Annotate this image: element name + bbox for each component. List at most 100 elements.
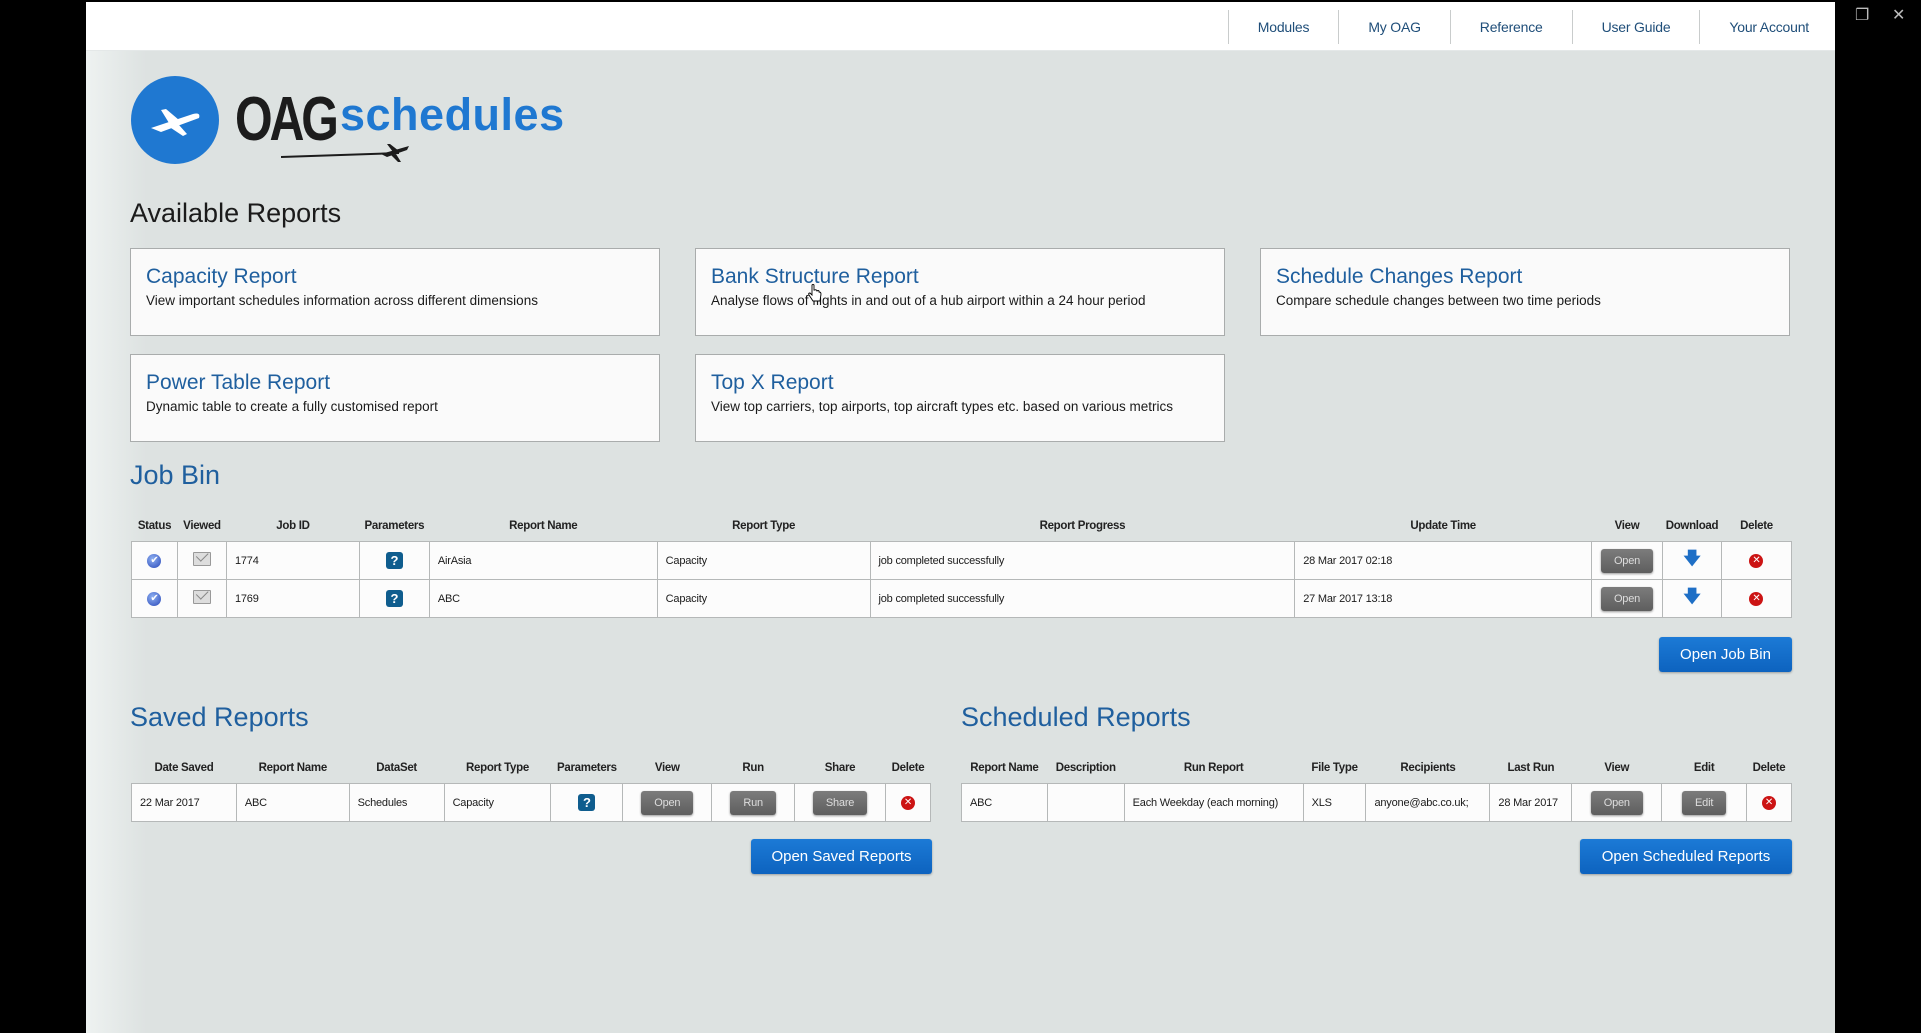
col-parameters: Parameters [557,762,617,774]
download-cell: 🡇 [1661,541,1722,580]
download-cell: 🡇 [1661,579,1722,618]
recipients: anyone@abc.co.uk; [1365,783,1491,822]
delete-cell: ✕ [1720,541,1793,580]
table-row: ✔ 1769 ? ABC Capacity job completed succ… [131,579,1793,618]
nav-my-oag[interactable]: My OAG [1338,10,1449,44]
open-scheduled-reports-button[interactable]: Open Scheduled Reports [1580,839,1792,874]
report-type: Capacity [656,541,871,580]
update-time: 28 Mar 2017 02:18 [1294,541,1593,580]
open-button[interactable]: Open [1601,586,1653,611]
report-name: ABC [235,783,350,822]
logo-plane-underline-icon [281,144,409,162]
card-title: Schedule Changes Report [1276,265,1523,288]
col-report-name: Report Name [509,520,578,532]
open-button[interactable]: Open [1590,790,1643,815]
parameters-help-icon[interactable]: ? [385,552,403,569]
share-button[interactable]: Share [813,790,868,815]
edit-cell: Edit [1661,783,1747,822]
col-edit: Edit [1693,762,1715,774]
open-saved-reports-button[interactable]: Open Saved Reports [751,839,932,874]
parameters-help-icon[interactable]: ? [385,590,403,607]
card-description: View important schedules information acr… [146,293,538,308]
description [1046,783,1125,822]
nav-user-guide[interactable]: User Guide [1571,10,1700,44]
job-id: 1774 [225,541,360,580]
card-description: Dynamic table to create a fully customis… [146,399,438,414]
col-parameters: Parameters [364,520,425,532]
delete-cell: ✕ [1720,579,1793,618]
report-name: ABC [428,579,658,618]
card-power-table-report[interactable]: Power Table Report Dynamic table to crea… [130,354,660,442]
status-cell: ✔ [131,541,178,580]
col-delete: Delete [1752,762,1786,774]
col-last-run: Last Run [1507,762,1555,774]
envelope-icon [192,552,211,566]
col-file-type: File Type [1311,762,1358,774]
delete-cell: ✕ [884,783,932,822]
envelope-icon [192,590,211,604]
open-button[interactable]: Open [1601,548,1653,573]
report-name: AirAsia [428,541,658,580]
col-share: Share [824,762,856,774]
parameters-help-icon[interactable]: ? [578,794,596,811]
col-view: View [1614,520,1640,532]
col-report-name: Report Name [970,762,1039,774]
delete-icon[interactable]: ✕ [1749,553,1764,568]
restore-icon[interactable]: ❐ [1855,8,1869,24]
card-description: Compare schedule changes between two tim… [1276,293,1601,308]
edit-button[interactable]: Edit [1682,790,1727,815]
download-arrow-icon[interactable]: 🡇 [1683,587,1700,606]
delete-icon[interactable]: ✕ [1749,591,1764,606]
report-name: ABC [961,783,1048,822]
col-update-time: Update Time [1410,520,1476,532]
card-schedule-changes-report[interactable]: Schedule Changes Report Compare schedule… [1260,248,1790,336]
status-cell: ✔ [131,579,178,618]
status-complete-icon: ✔ [147,553,162,568]
report-progress: job completed successfully [869,541,1296,580]
col-report-type: Report Type [732,520,796,532]
table-row: ✔ 1774 ? AirAsia Capacity job completed … [131,541,1793,580]
nav-modules[interactable]: Modules [1227,10,1339,44]
saved-reports-table: Date Saved Report Name DataSet Report Ty… [131,753,932,822]
open-job-bin-button[interactable]: Open Job Bin [1659,637,1792,672]
run-button[interactable]: Run [730,790,777,815]
open-button[interactable]: Open [641,790,694,815]
col-view: View [1604,762,1630,774]
card-bank-structure-report[interactable]: Bank Structure Report Analyse flows of f… [695,248,1225,336]
parameters-cell: ? [358,541,430,580]
col-report-name: Report Name [258,762,328,774]
oag-schedules-logo[interactable]: OAG schedules [131,75,565,165]
parameters-cell: ? [358,579,430,618]
card-top-x-report[interactable]: Top X Report View top carriers, top airp… [695,354,1225,442]
col-report-progress: Report Progress [1039,520,1126,532]
nav-reference[interactable]: Reference [1449,10,1572,44]
page: Modules My OAG Reference User Guide Your… [86,2,1835,1033]
parameters-cell: ? [550,783,624,822]
view-cell: Open [622,783,713,822]
top-bar: Modules My OAG Reference User Guide Your… [86,2,1835,51]
delete-icon[interactable]: ✕ [1762,795,1776,810]
col-job-id: Job ID [276,520,310,532]
file-type: XLS [1302,783,1367,822]
col-recipients: Recipients [1400,762,1456,774]
download-arrow-icon[interactable]: 🡇 [1683,549,1700,568]
nav-your-account[interactable]: Your Account [1699,10,1821,44]
job-bin-table: Status Viewed Job ID Parameters Report N… [131,511,1793,618]
col-run-report: Run Report [1183,762,1244,774]
report-type: Capacity [443,783,552,822]
hand-cursor-icon [808,284,822,302]
table-row: ABC Each Weekday (each morning) XLS anyo… [961,783,1792,822]
view-cell: Open [1591,579,1663,618]
view-cell: Open [1571,783,1663,822]
close-icon[interactable]: ✕ [1892,8,1905,24]
col-delete: Delete [891,762,925,774]
status-complete-icon: ✔ [147,591,162,606]
col-delete: Delete [1740,520,1773,532]
airplane-icon [131,76,219,164]
dataset: Schedules [348,783,445,822]
card-capacity-report[interactable]: Capacity Report View important schedules… [130,248,660,336]
delete-icon[interactable]: ✕ [900,795,915,810]
update-time: 27 Mar 2017 13:18 [1294,579,1593,618]
scheduled-reports-header-row: Report Name Description Run Report File … [962,753,1792,784]
run-cell: Run [711,783,796,822]
